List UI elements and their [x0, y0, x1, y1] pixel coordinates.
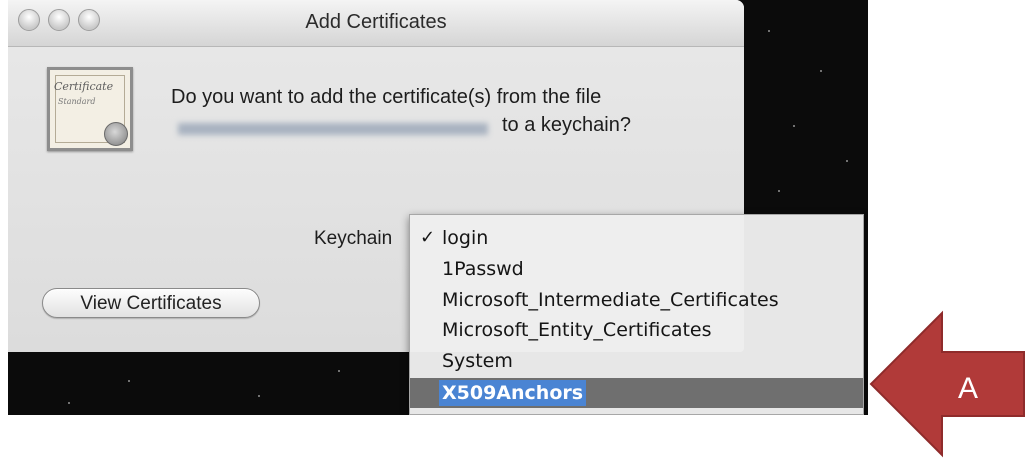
- dialog-message: Do you want to add the certificate(s) fr…: [171, 86, 602, 108]
- menu-item-1passwd[interactable]: 1Passwd: [410, 254, 863, 284]
- desktop-star: [128, 380, 130, 382]
- desktop-star: [68, 402, 70, 404]
- menu-item-label: 1Passwd: [442, 258, 524, 280]
- keychain-dropdown-menu: ✓ login 1Passwd Microsoft_Intermediate_C…: [409, 214, 864, 415]
- keychain-label: Keychain: [314, 228, 393, 249]
- menu-item-login[interactable]: ✓ login: [410, 223, 863, 253]
- certificate-icon: Certificate Standard: [47, 67, 133, 151]
- redacted-filename: [178, 123, 488, 135]
- menu-item-label: X509Anchors: [439, 380, 587, 406]
- menu-item-label: login: [442, 227, 489, 249]
- certificate-icon-title: Certificate: [54, 80, 114, 93]
- screenshot-frame: Add Certificates Certificate Standard Do…: [8, 0, 868, 415]
- dialog-message-continued: to a keychain?: [502, 114, 631, 136]
- desktop-star: [768, 30, 770, 32]
- desktop-star: [338, 370, 340, 372]
- checkmark-icon: ✓: [420, 227, 436, 248]
- desktop-star: [793, 125, 795, 127]
- menu-item-label: System: [442, 350, 513, 372]
- desktop-star: [846, 160, 848, 162]
- menu-item-x509anchors[interactable]: X509Anchors: [410, 378, 863, 408]
- menu-item-microsoft-entity-certificates[interactable]: Microsoft_Entity_Certificates: [410, 315, 863, 345]
- view-certificates-button[interactable]: View Certificates: [42, 288, 260, 318]
- desktop-star: [820, 70, 822, 72]
- callout-arrow-icon: [869, 310, 1025, 458]
- window-title: Add Certificates: [305, 11, 447, 33]
- desktop-star: [258, 395, 260, 397]
- menu-item-system[interactable]: System: [410, 346, 863, 376]
- seal-icon: [104, 122, 128, 146]
- desktop-star: [778, 190, 780, 192]
- title-bar: Add Certificates: [8, 0, 744, 47]
- callout-label: A: [958, 372, 979, 405]
- menu-item-label: Microsoft_Entity_Certificates: [442, 319, 712, 341]
- certificate-icon-subtitle: Standard: [58, 97, 96, 106]
- menu-item-microsoft-intermediate-certificates[interactable]: Microsoft_Intermediate_Certificates: [410, 285, 863, 315]
- callout-arrow-shape: [869, 310, 1025, 458]
- menu-item-label: Microsoft_Intermediate_Certificates: [442, 289, 779, 311]
